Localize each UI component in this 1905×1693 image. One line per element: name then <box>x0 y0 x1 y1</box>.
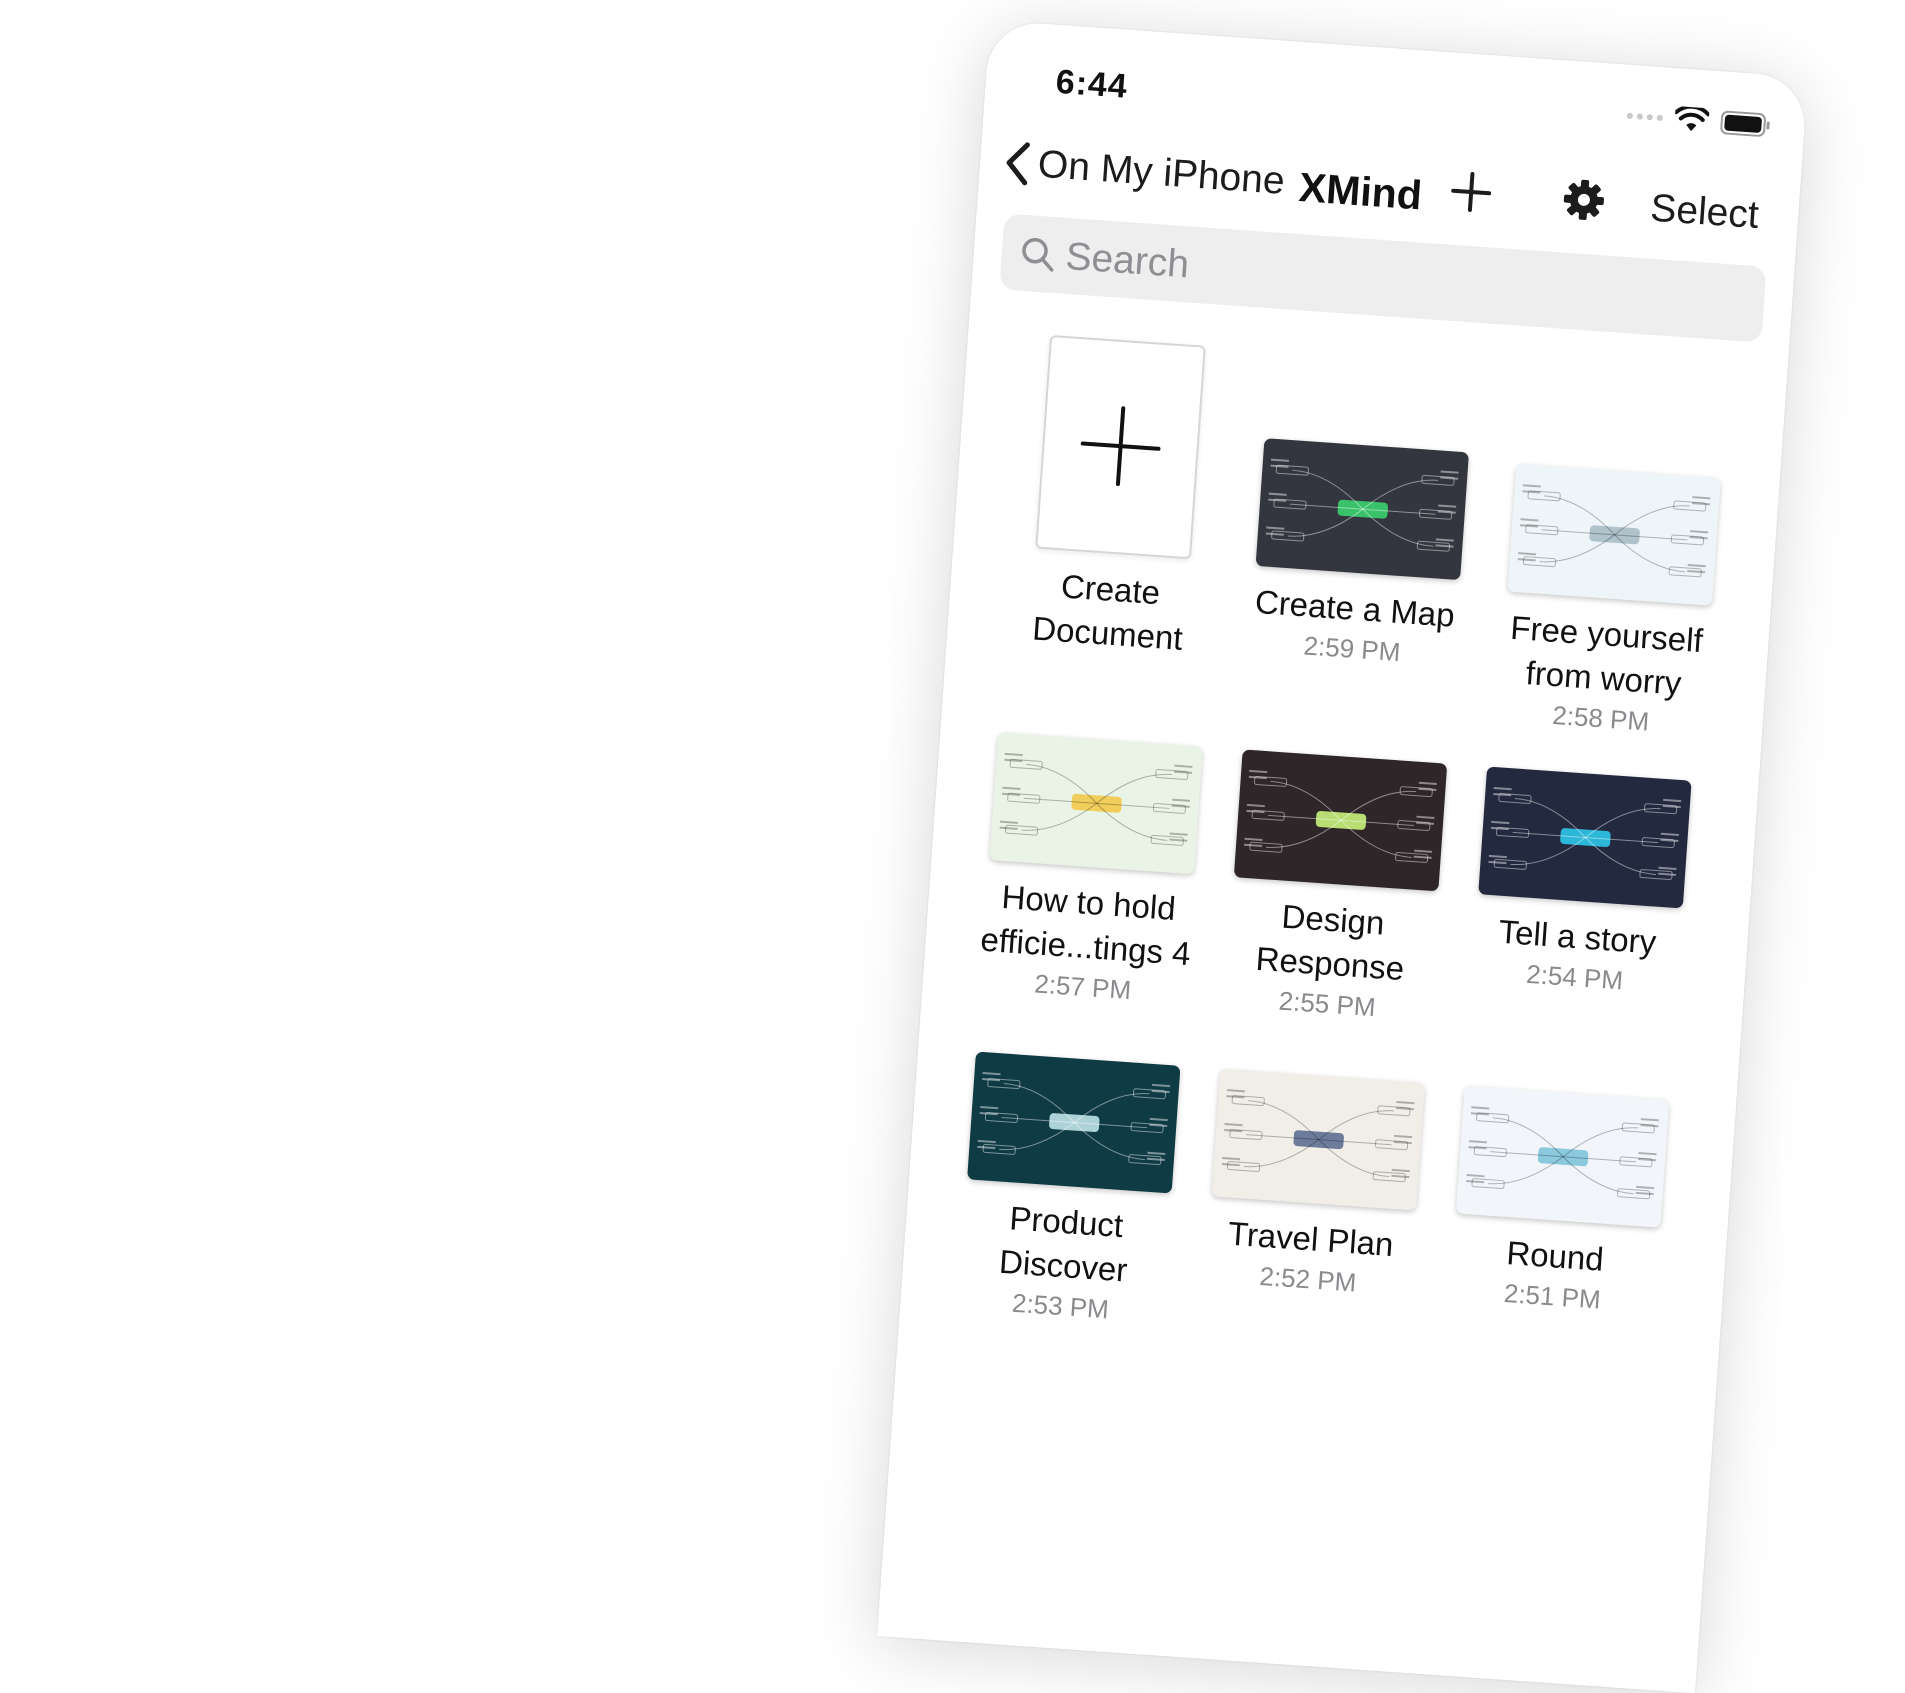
select-button[interactable]: Select <box>1649 187 1760 238</box>
status-icons <box>1626 103 1771 139</box>
create-document-tile[interactable]: Create Document <box>991 332 1242 663</box>
document-tile[interactable]: Round 2:51 PM <box>1437 1085 1682 1321</box>
document-tile[interactable]: Travel Plan 2:52 PM <box>1192 1068 1437 1304</box>
add-button[interactable] <box>1447 169 1494 221</box>
map-thumbnail <box>1506 463 1721 606</box>
map-thumbnail <box>1210 1068 1425 1211</box>
map-thumbnail <box>1455 1085 1669 1228</box>
create-document-thumbnail <box>1035 334 1206 560</box>
back-button-label: On My iPhone <box>1036 142 1287 203</box>
map-thumbnail <box>1233 749 1447 892</box>
create-document-label: Create Document <box>1031 567 1184 657</box>
map-thumbnail <box>1255 438 1469 581</box>
document-title: Free yourself from worry <box>1509 608 1705 702</box>
battery-icon <box>1720 110 1770 137</box>
document-title: Product Discover <box>997 1199 1129 1289</box>
document-tile[interactable]: Design Response 2:55 PM <box>1211 748 1459 1027</box>
plus-icon <box>1451 172 1492 212</box>
map-thumbnail <box>966 1051 1181 1194</box>
document-tile[interactable]: Product Discover 2:53 PM <box>945 1051 1193 1330</box>
map-thumbnail <box>1477 766 1692 909</box>
settings-button[interactable] <box>1560 176 1607 228</box>
document-tile[interactable]: Tell a story 2:54 PM <box>1459 766 1704 1002</box>
search-icon <box>1022 237 1054 272</box>
document-tile[interactable]: How to hold efficie...tings 4 2:57 PM <box>967 731 1215 1010</box>
document-tile[interactable]: Create a Map 2:59 PM <box>1236 437 1481 673</box>
document-tile[interactable]: Free yourself from worry 2:58 PM <box>1485 463 1733 742</box>
document-title: Design Response <box>1254 897 1406 988</box>
cellular-signal-icon <box>1626 112 1664 122</box>
status-time: 6:44 <box>1054 62 1130 106</box>
document-title: How to hold efficie...tings 4 <box>979 877 1192 973</box>
phone-screen: 6:44 On My iPhone XMind Select Search Cr… <box>876 20 1809 1693</box>
plus-icon <box>1080 406 1161 487</box>
nav-title: XMind <box>1297 164 1424 219</box>
back-button[interactable]: On My iPhone <box>1003 139 1287 204</box>
wifi-icon <box>1674 106 1710 132</box>
gear-icon <box>1563 179 1604 220</box>
map-thumbnail <box>988 732 1203 875</box>
chevron-left-icon <box>1006 142 1030 186</box>
